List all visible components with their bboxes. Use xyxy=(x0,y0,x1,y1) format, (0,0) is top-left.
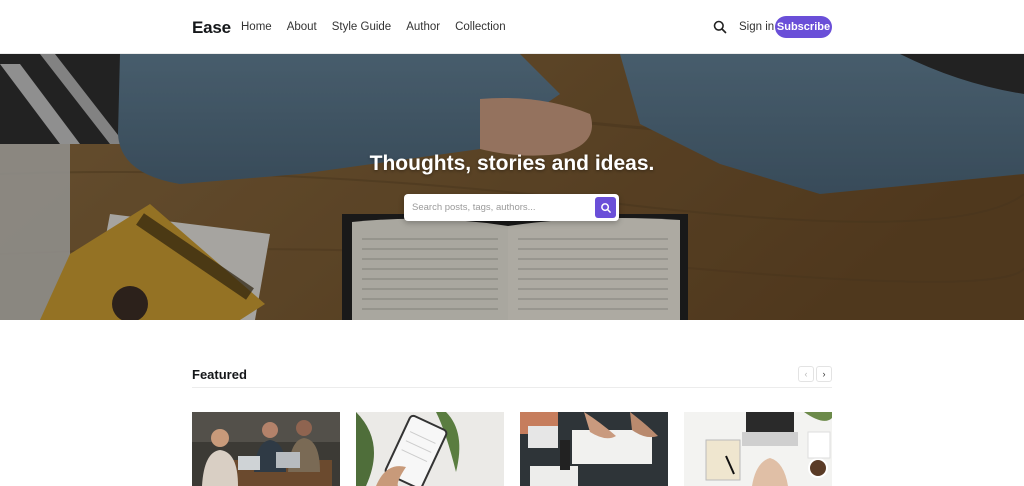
nav-about[interactable]: About xyxy=(287,21,317,33)
hero-search-box xyxy=(404,194,619,221)
hero-title: Thoughts, stories and ideas. xyxy=(369,152,655,175)
site-header: Ease Home About Style Guide Author Colle… xyxy=(0,0,1024,54)
chevron-left-icon[interactable]: ‹ xyxy=(798,366,814,382)
featured-card-image[interactable] xyxy=(192,412,340,486)
tablet-plant-image xyxy=(356,412,504,486)
nav-collection[interactable]: Collection xyxy=(455,21,506,33)
featured-card-image[interactable] xyxy=(356,412,504,486)
hero-search-input[interactable] xyxy=(412,198,592,217)
laptop-notebook-image xyxy=(684,412,832,486)
featured-card-image[interactable] xyxy=(520,412,668,486)
hero-overlay xyxy=(0,54,1024,320)
chevron-right-icon[interactable]: › xyxy=(816,366,832,382)
subscribe-button[interactable]: Subscribe xyxy=(775,16,832,38)
search-icon[interactable] xyxy=(712,19,728,35)
nav-style-guide[interactable]: Style Guide xyxy=(332,21,391,33)
hero-search-button[interactable] xyxy=(595,197,616,218)
featured-divider xyxy=(192,387,832,388)
people-meeting-image xyxy=(192,412,340,486)
search-icon xyxy=(600,202,611,213)
desk-papers-image xyxy=(520,412,668,486)
featured-card-image[interactable] xyxy=(684,412,832,486)
nav-author[interactable]: Author xyxy=(406,21,440,33)
featured-heading: Featured xyxy=(192,367,247,382)
sign-in-link[interactable]: Sign in xyxy=(739,21,774,33)
main-nav: Home About Style Guide Author Collection xyxy=(241,21,506,33)
hero-banner: Thoughts, stories and ideas. xyxy=(0,54,1024,320)
site-logo[interactable]: Ease xyxy=(192,18,231,38)
nav-home[interactable]: Home xyxy=(241,21,272,33)
